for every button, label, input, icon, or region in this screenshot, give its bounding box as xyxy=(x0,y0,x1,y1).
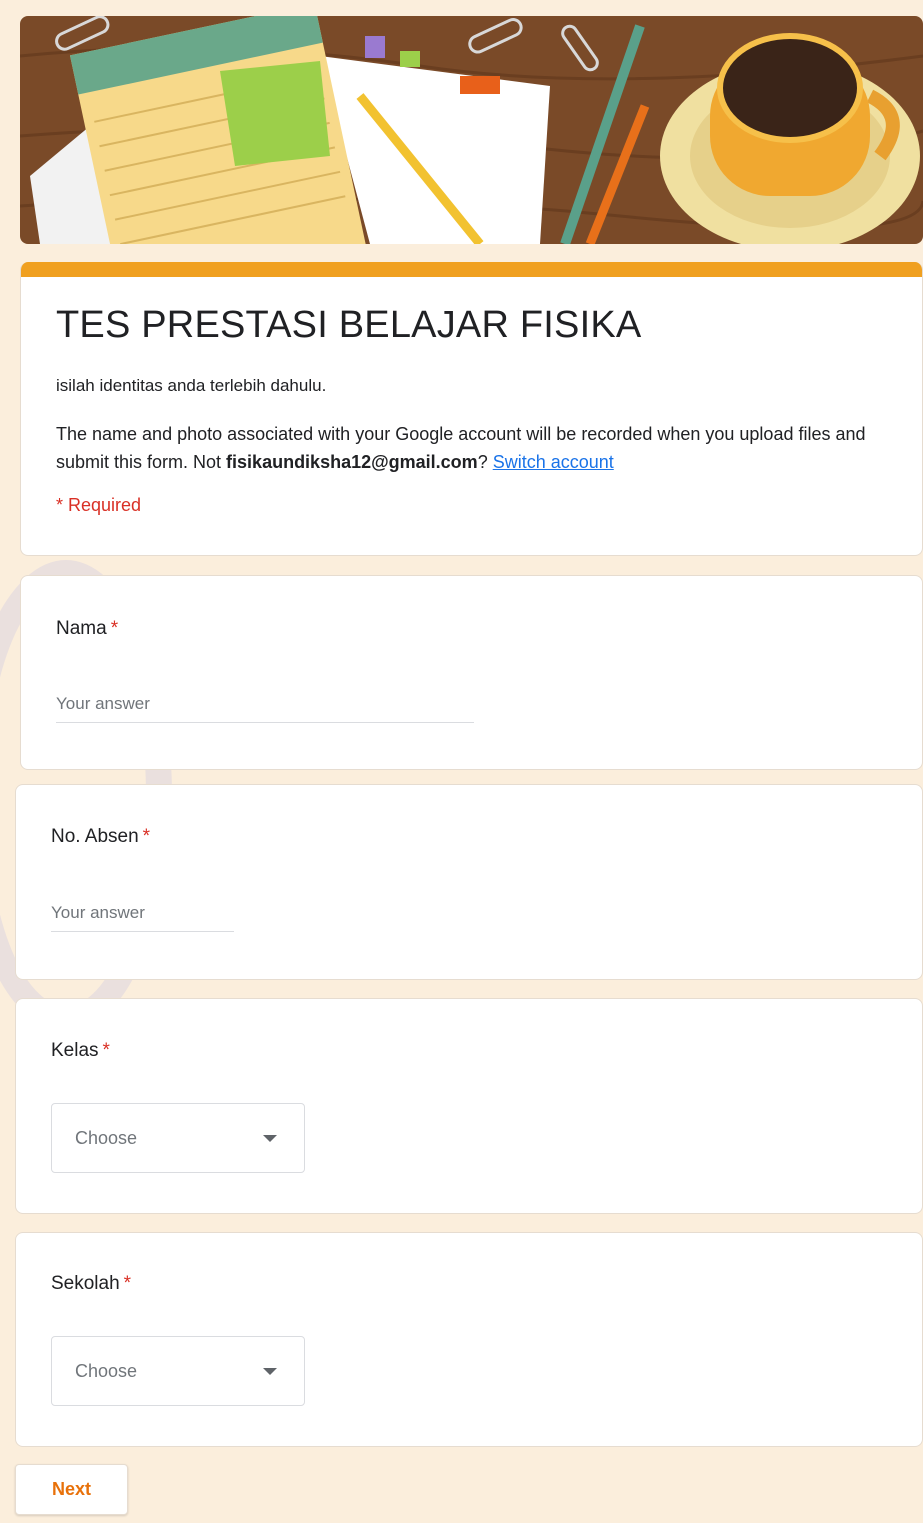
required-star: * xyxy=(110,618,119,639)
sekolah-dropdown-value: Choose xyxy=(75,1361,138,1381)
form-description: isilah identitas anda terlebih dahulu. xyxy=(56,376,327,395)
question-card-absen: No. Absen * xyxy=(15,784,923,980)
form-header-card: TES PRESTASI BELAJAR FISIKA isilah ident… xyxy=(20,262,923,556)
dropdown-arrow-icon xyxy=(263,1368,277,1375)
header-accent-bar xyxy=(21,262,922,277)
kelas-dropdown[interactable]: Choose xyxy=(51,1103,305,1173)
question-label-kelas: Kelas * xyxy=(51,1040,110,1061)
account-notice-suffix: ? xyxy=(477,452,493,472)
question-card-kelas: Kelas * Choose xyxy=(15,998,923,1214)
required-star: * xyxy=(142,826,151,847)
question-card-sekolah: Sekolah * Choose xyxy=(15,1232,923,1447)
kelas-dropdown-value: Choose xyxy=(75,1128,138,1148)
question-label-absen: No. Absen * xyxy=(51,826,151,847)
question-card-nama: Nama * xyxy=(20,575,923,770)
form-title: TES PRESTASI BELAJAR FISIKA xyxy=(56,304,642,346)
dropdown-arrow-icon xyxy=(263,1135,277,1142)
absen-input[interactable] xyxy=(51,903,234,932)
required-star: * xyxy=(123,1273,132,1294)
required-note: * Required xyxy=(56,495,142,515)
header-banner-image xyxy=(20,16,923,244)
sekolah-dropdown[interactable]: Choose xyxy=(51,1336,305,1406)
question-label-sekolah: Sekolah * xyxy=(51,1273,132,1294)
nama-input[interactable] xyxy=(56,694,474,723)
question-label-nama: Nama * xyxy=(56,618,119,639)
next-button[interactable]: Next xyxy=(15,1464,128,1515)
switch-account-link[interactable]: Switch account xyxy=(493,452,614,472)
account-notice: The name and photo associated with your … xyxy=(56,420,906,476)
required-star: * xyxy=(102,1040,110,1061)
account-email: fisikaundiksha12@gmail.com xyxy=(226,452,478,472)
